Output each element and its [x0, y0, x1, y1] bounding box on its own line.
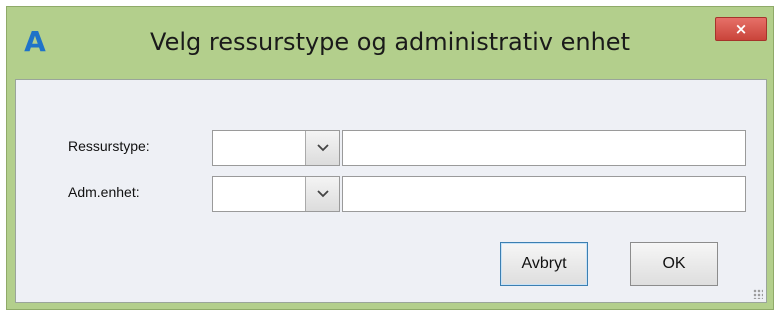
ok-button[interactable]: OK: [630, 242, 718, 286]
dialog-window: A Velg ressurstype og administrativ enhe…: [6, 6, 774, 310]
adm-enhet-name-field[interactable]: [342, 176, 746, 212]
close-icon: ×: [734, 20, 748, 38]
adm-enhet-combo[interactable]: [212, 176, 340, 212]
cancel-button[interactable]: Avbryt: [500, 242, 588, 286]
ressurstype-combo[interactable]: [212, 130, 340, 166]
chevron-down-icon: [316, 190, 329, 198]
ressurstype-name-field[interactable]: [342, 130, 746, 166]
adm-enhet-code-value: [213, 177, 297, 211]
app-logo-icon: A: [24, 25, 46, 58]
resize-grip-icon[interactable]: [753, 289, 763, 299]
title-bar[interactable]: A Velg ressurstype og administrativ enhe…: [7, 7, 773, 79]
dialog-title: Velg ressurstype og administrativ enhet: [150, 28, 630, 56]
chevron-down-icon: [316, 144, 329, 152]
adm-enhet-dropdown-button[interactable]: [305, 177, 339, 211]
close-button[interactable]: ×: [715, 17, 767, 41]
ressurstype-label: Ressurstype:: [68, 138, 150, 154]
adm-enhet-label: Adm.enhet:: [68, 184, 140, 200]
ressurstype-code-value: [213, 131, 297, 165]
ressurstype-dropdown-button[interactable]: [305, 131, 339, 165]
dialog-content: Ressurstype: Adm.enhet: Avbryt OK: [15, 79, 767, 303]
